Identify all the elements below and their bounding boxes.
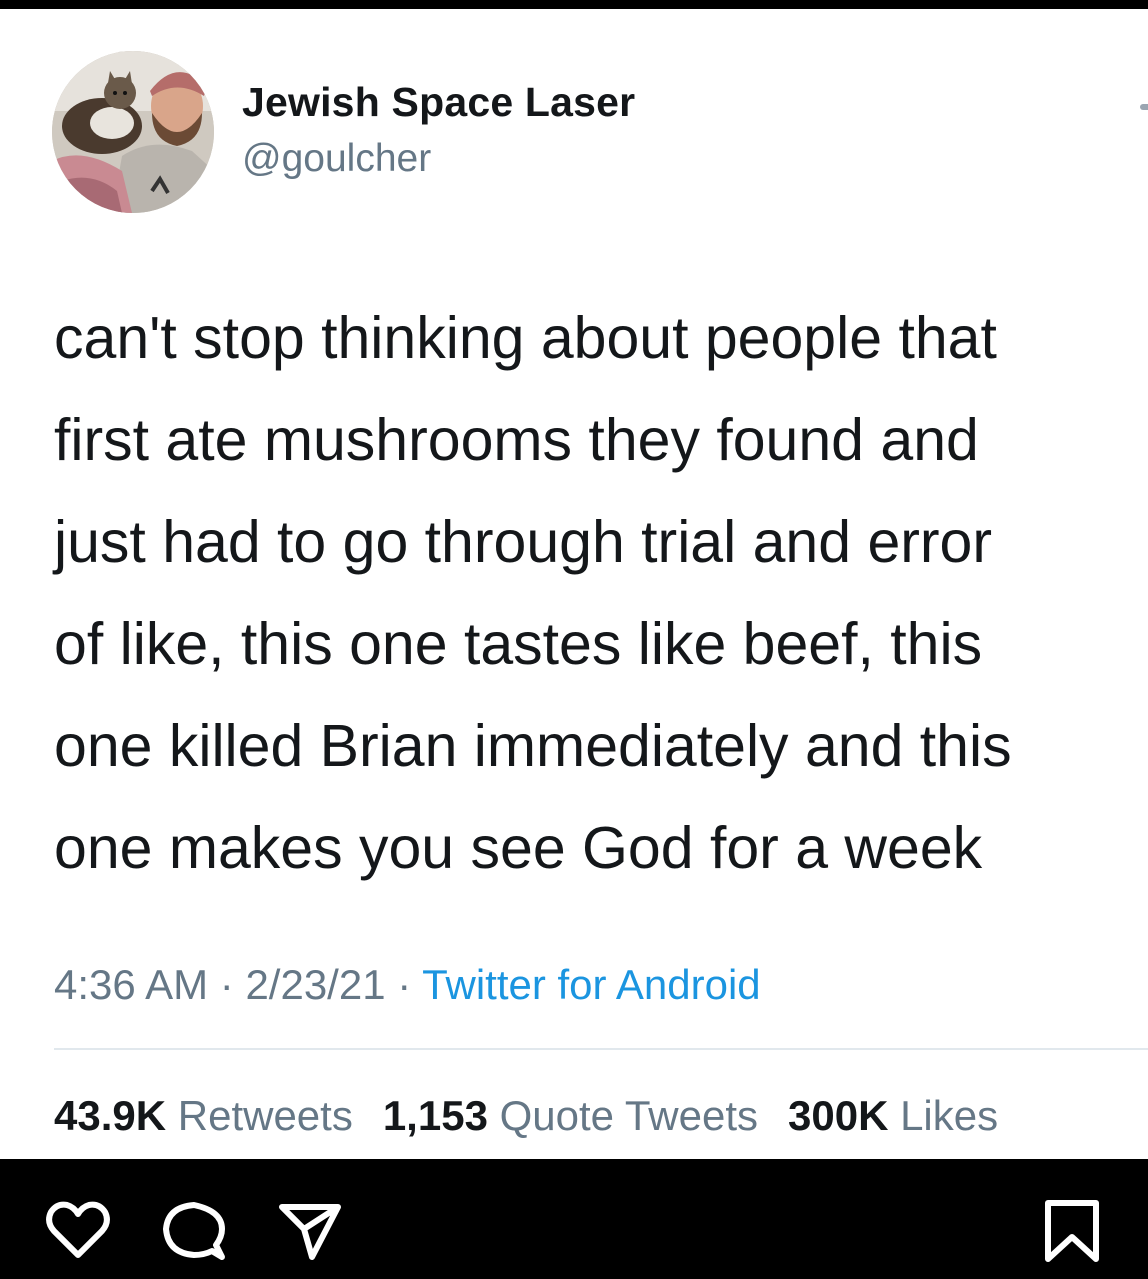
likes-label: Likes <box>900 1092 999 1139</box>
likes-count: 300K <box>788 1092 889 1139</box>
quote-tweets-count: 1,153 <box>382 1092 488 1139</box>
tweet-text-line: one killed Brian immediately and this <box>54 713 1012 779</box>
tweet-card: Jewish Space Laser @goulcher can't stop … <box>0 9 1148 1159</box>
tweet-text: can't stop thinking about people that fi… <box>54 287 1148 899</box>
divider <box>54 1048 1148 1050</box>
tweet-source-link[interactable]: Twitter for Android <box>422 961 760 1008</box>
overflow-menu-edge <box>1140 104 1148 110</box>
send-icon[interactable] <box>276 1197 344 1265</box>
bookmark-icon[interactable] <box>1038 1197 1106 1265</box>
tweet-stats: 43.9K Retweets 1,153 Quote Tweets 300K Lik… <box>54 1092 998 1140</box>
tweet-time[interactable]: 4:36 AM <box>54 961 208 1008</box>
meta-separator: · <box>219 961 246 1008</box>
tweet-text-line: just had to go through trial and error <box>54 509 993 575</box>
meta-separator: · <box>397 961 423 1008</box>
comment-icon[interactable] <box>160 1197 228 1265</box>
avatar-photo <box>52 51 214 213</box>
tweet-text-line: can't stop thinking about people that <box>54 305 997 371</box>
retweets-label: Retweets <box>177 1092 353 1139</box>
screenshot-frame: Jewish Space Laser @goulcher can't stop … <box>0 0 1148 1279</box>
heart-icon[interactable] <box>44 1197 112 1265</box>
tweet-meta: 4:36 AM · 2/23/21 · Twitter for Android <box>54 961 761 1009</box>
user-handle[interactable]: @goulcher <box>242 137 431 181</box>
retweets-stat[interactable]: 43.9K Retweets <box>54 1092 353 1139</box>
likes-stat[interactable]: 300K Likes <box>788 1092 998 1139</box>
tweet-date[interactable]: 2/23/21 <box>245 961 385 1008</box>
tweet-text-line: one makes you see God for a week <box>54 815 983 881</box>
retweets-count: 43.9K <box>54 1092 167 1139</box>
avatar[interactable] <box>52 51 214 213</box>
quote-tweets-label: Quote Tweets <box>499 1092 758 1139</box>
tweet-text-line: of like, this one tastes like beef, this <box>54 611 983 677</box>
tweet-text-line: first ate mushrooms they found and <box>54 407 979 473</box>
quote-tweets-stat[interactable]: 1,153 Quote Tweets <box>383 1092 758 1139</box>
display-name[interactable]: Jewish Space Laser <box>242 79 635 126</box>
